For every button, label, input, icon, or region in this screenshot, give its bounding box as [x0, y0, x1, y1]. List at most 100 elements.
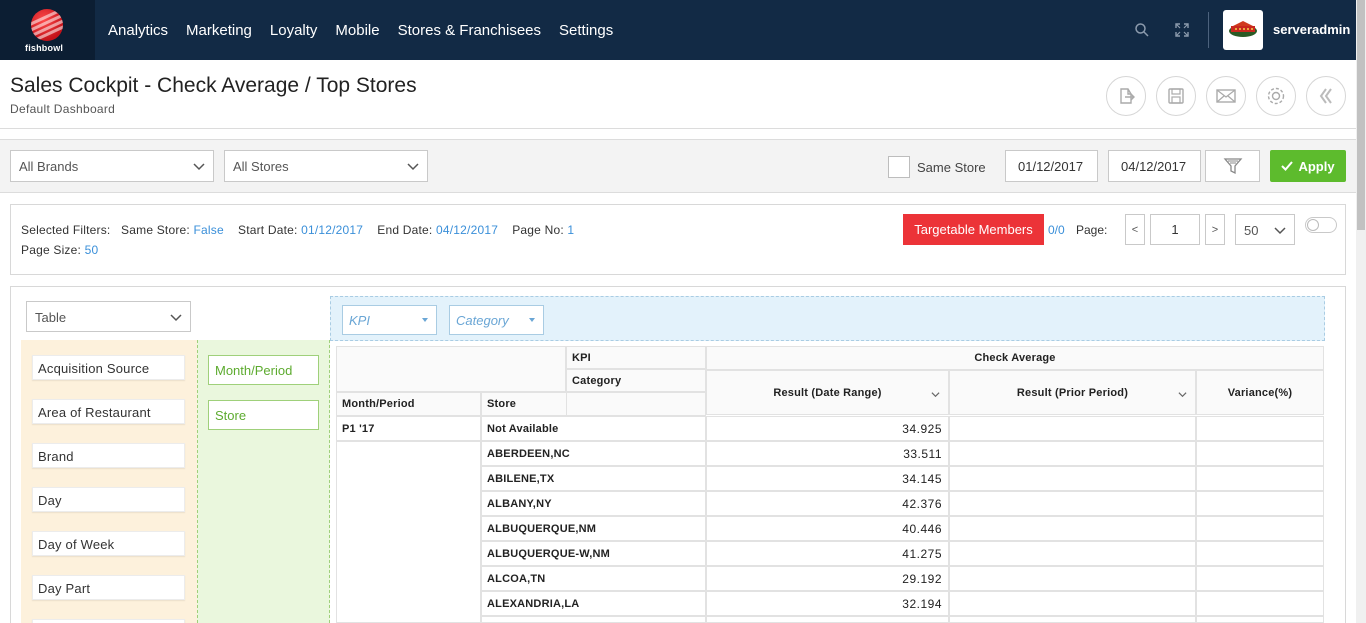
table-row-store: ALBANY,NY — [481, 491, 706, 516]
selected-filters-panel — [10, 204, 1346, 275]
table-row-prior — [949, 566, 1196, 591]
collapse-button[interactable] — [1306, 76, 1346, 116]
attribute-chip[interactable]: Day — [32, 487, 185, 512]
attribute-chip[interactable]: Day of Week — [32, 531, 185, 556]
settings-button[interactable] — [1256, 76, 1296, 116]
row-chip-store[interactable]: Store — [208, 400, 319, 430]
dropdown-triangle-icon — [529, 318, 535, 322]
store-select[interactable]: All Stores — [224, 150, 428, 182]
table-row-store: ABILENE,TX — [481, 466, 706, 491]
page-size-select[interactable]: 50 — [1235, 214, 1295, 245]
period-cell: P1 '17 — [336, 416, 481, 441]
chevron-down-icon — [1274, 227, 1286, 235]
attribute-chip[interactable] — [32, 619, 185, 623]
table-row-prior — [949, 441, 1196, 466]
table-row-partial — [949, 616, 1196, 623]
table-row-prior — [949, 591, 1196, 616]
table-row-variance — [1196, 466, 1324, 491]
kpi-axis-label: KPI — [566, 346, 706, 369]
result-prior-period-header[interactable]: Result (Prior Period) — [949, 370, 1196, 415]
table-row-partial — [481, 616, 706, 623]
apply-button[interactable]: Apply — [1270, 150, 1346, 182]
column-chip-category[interactable]: Category — [449, 305, 544, 335]
table-row-value: 29.192 — [706, 566, 949, 591]
toggle-knob — [1307, 219, 1319, 231]
table-row-partial — [706, 616, 949, 623]
table-row-variance — [1196, 591, 1324, 616]
page-number-input[interactable]: 1 — [1150, 214, 1200, 245]
page-label: Page: — [1076, 223, 1108, 237]
save-icon — [1168, 88, 1184, 104]
search-icon[interactable] — [1134, 22, 1150, 38]
result-date-range-header[interactable]: Result (Date Range) — [706, 370, 949, 415]
header-divider — [0, 128, 1356, 129]
check-average-header: Check Average — [706, 346, 1324, 370]
attribute-chip[interactable]: Brand — [32, 443, 185, 468]
table-row-variance — [1196, 516, 1324, 541]
attribute-chip[interactable]: Area of Restaurant — [32, 399, 185, 424]
avatar[interactable] — [1223, 10, 1263, 50]
scrollbar-thumb[interactable] — [1357, 0, 1365, 230]
fullscreen-icon[interactable] — [1174, 22, 1190, 38]
same-store-value: False — [193, 223, 224, 237]
row-chip-month-period[interactable]: Month/Period — [208, 355, 319, 385]
attribute-chip[interactable]: Day Part — [32, 575, 185, 600]
header-spacer — [566, 392, 706, 416]
mail-icon — [1216, 89, 1236, 103]
prev-page-button[interactable]: < — [1125, 214, 1145, 245]
table-row-value: 32.194 — [706, 591, 949, 616]
nav-item-stores-franchisees[interactable]: Stores & Franchisees — [398, 22, 541, 39]
table-row-variance — [1196, 441, 1324, 466]
column-chip-kpi[interactable]: KPI — [342, 305, 437, 335]
table-row-store: ALEXANDRIA,LA — [481, 591, 706, 616]
nav-item-settings[interactable]: Settings — [559, 22, 613, 39]
table-row-store: ALBUQUERQUE-W,NM — [481, 541, 706, 566]
table-row-value: 42.376 — [706, 491, 949, 516]
nav-item-mobile[interactable]: Mobile — [335, 22, 379, 39]
table-row-prior — [949, 416, 1196, 441]
start-date-input[interactable]: 01/12/2017 — [1005, 150, 1098, 182]
table-row-store: ABERDEEN,NC — [481, 441, 706, 466]
nav-divider — [1208, 12, 1209, 48]
same-store-key: Same Store: — [121, 223, 190, 237]
gear-icon — [1267, 87, 1285, 105]
restaurant-logo-icon — [1229, 21, 1257, 37]
brand-select-value: All Brands — [19, 159, 79, 174]
vertical-scrollbar[interactable] — [1356, 0, 1366, 623]
table-row-variance — [1196, 416, 1324, 441]
next-page-button[interactable]: > — [1205, 214, 1225, 245]
page-no-value: 1 — [567, 223, 575, 237]
page-no-key: Page No: — [512, 223, 564, 237]
targetable-members-button[interactable]: Targetable Members — [903, 214, 1044, 245]
brand-select[interactable]: All Brands — [10, 150, 214, 182]
renderer-select[interactable]: Table — [26, 301, 191, 332]
username[interactable]: serveradmin — [1273, 22, 1350, 37]
apply-label: Apply — [1298, 158, 1335, 174]
nav-item-analytics[interactable]: Analytics — [108, 22, 168, 39]
export-icon — [1120, 88, 1135, 104]
same-store-checkbox[interactable] — [888, 156, 910, 178]
save-button[interactable] — [1156, 76, 1196, 116]
brand-logo[interactable]: fishbowl — [0, 0, 95, 60]
export-button[interactable] — [1106, 76, 1146, 116]
toggle-switch[interactable] — [1305, 217, 1337, 233]
table-row-store: Not Available — [481, 416, 706, 441]
start-date-value: 01/12/2017 — [301, 223, 364, 237]
chevron-down-icon — [193, 163, 205, 171]
advanced-filter-button[interactable] — [1205, 150, 1260, 182]
table-row-variance — [1196, 566, 1324, 591]
dropdown-triangle-icon — [422, 318, 428, 322]
attribute-chip[interactable]: Acquisition Source — [32, 355, 185, 380]
table-row-variance — [1196, 541, 1324, 566]
main-nav: Analytics Marketing Loyalty Mobile Store… — [108, 0, 631, 60]
nav-item-loyalty[interactable]: Loyalty — [270, 22, 318, 39]
table-row-value: 40.446 — [706, 516, 949, 541]
table-row-variance — [1196, 491, 1324, 516]
chevron-down-icon[interactable] — [1178, 390, 1187, 399]
end-date-input[interactable]: 04/12/2017 — [1108, 150, 1201, 182]
table-row-prior — [949, 541, 1196, 566]
nav-item-marketing[interactable]: Marketing — [186, 22, 252, 39]
chevron-down-icon[interactable] — [931, 390, 940, 399]
email-button[interactable] — [1206, 76, 1246, 116]
page-title: Sales Cockpit - Check Average / Top Stor… — [10, 74, 417, 97]
